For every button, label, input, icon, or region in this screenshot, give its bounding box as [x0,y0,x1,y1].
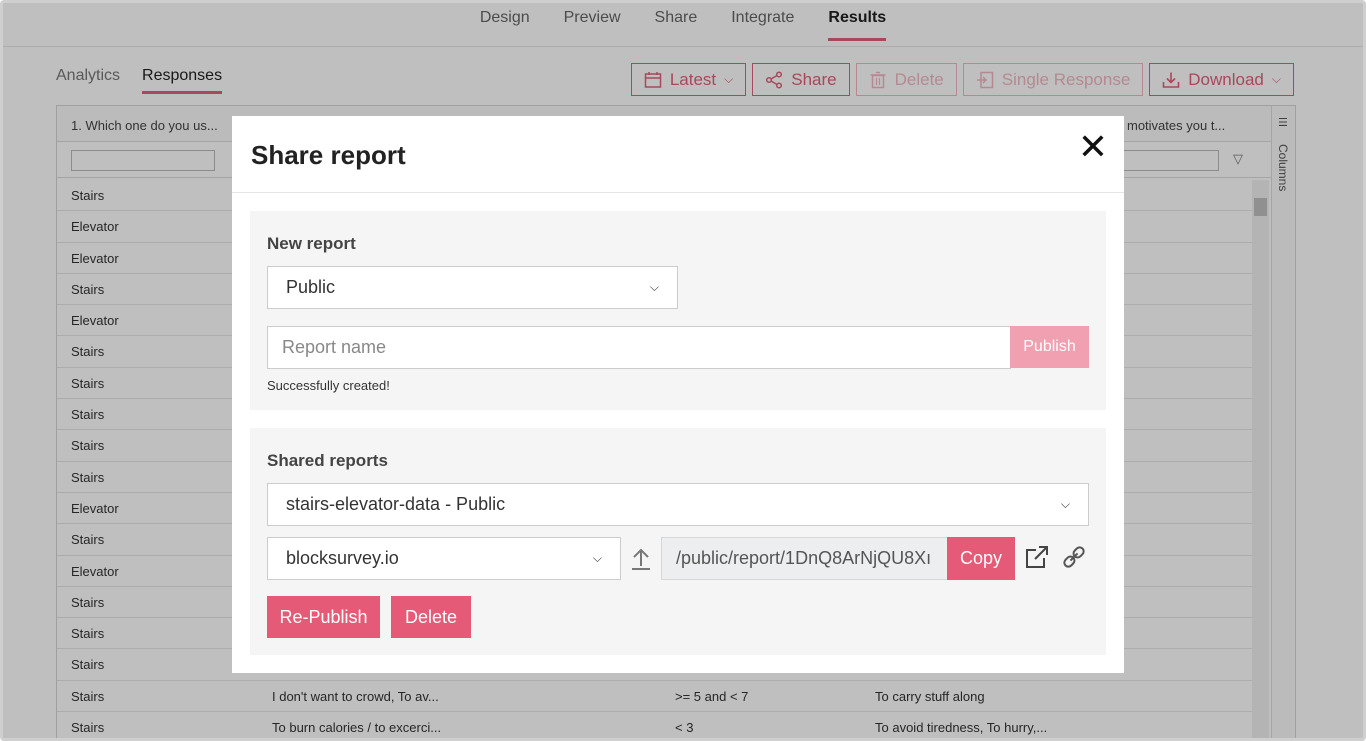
report-name-input[interactable]: Report name [267,326,1011,369]
app-frame: Design Preview Share Integrate Results A… [0,0,1366,741]
share-report-modal: Share report ✕ New report Public ⌵ Repor… [232,116,1124,673]
new-report-section: New report Public ⌵ Report name Publish … [250,211,1106,410]
report-url-value: /public/report/1DnQ8ArNjQU8Xı [676,548,932,568]
external-link-icon[interactable] [1022,542,1052,572]
domain-select[interactable]: blocksurvey.io ⌵ [267,537,621,580]
report-name-placeholder: Report name [282,337,387,357]
close-icon[interactable]: ✕ [1078,129,1108,165]
domain-value: blocksurvey.io [286,548,399,568]
shared-reports-heading: Shared reports [267,451,388,470]
publish-button[interactable]: Publish [1010,326,1089,368]
shared-report-value: stairs-elevator-data - Public [286,494,506,514]
modal-title: Share report [251,140,406,170]
upload-icon[interactable] [626,544,656,574]
modal-divider [232,192,1124,193]
shared-report-select[interactable]: stairs-elevator-data - Public ⌵ [267,483,1089,526]
delete-report-button[interactable]: Delete [391,596,471,638]
new-report-heading: New report [267,234,356,253]
status-message: Successfully created! [267,378,390,393]
chevron-down-icon: ⌵ [1060,497,1070,511]
link-icon[interactable] [1059,542,1089,572]
republish-button[interactable]: Re-Publish [267,596,380,638]
visibility-value: Public [286,277,336,297]
report-url-field[interactable]: /public/report/1DnQ8ArNjQU8Xı [661,537,949,580]
shared-reports-section: Shared reports stairs-elevator-data - Pu… [250,428,1106,655]
copy-button[interactable]: Copy [947,537,1015,580]
visibility-select[interactable]: Public ⌵ [267,266,678,309]
chevron-down-icon: ⌵ [649,280,659,294]
chevron-down-icon: ⌵ [592,551,602,565]
